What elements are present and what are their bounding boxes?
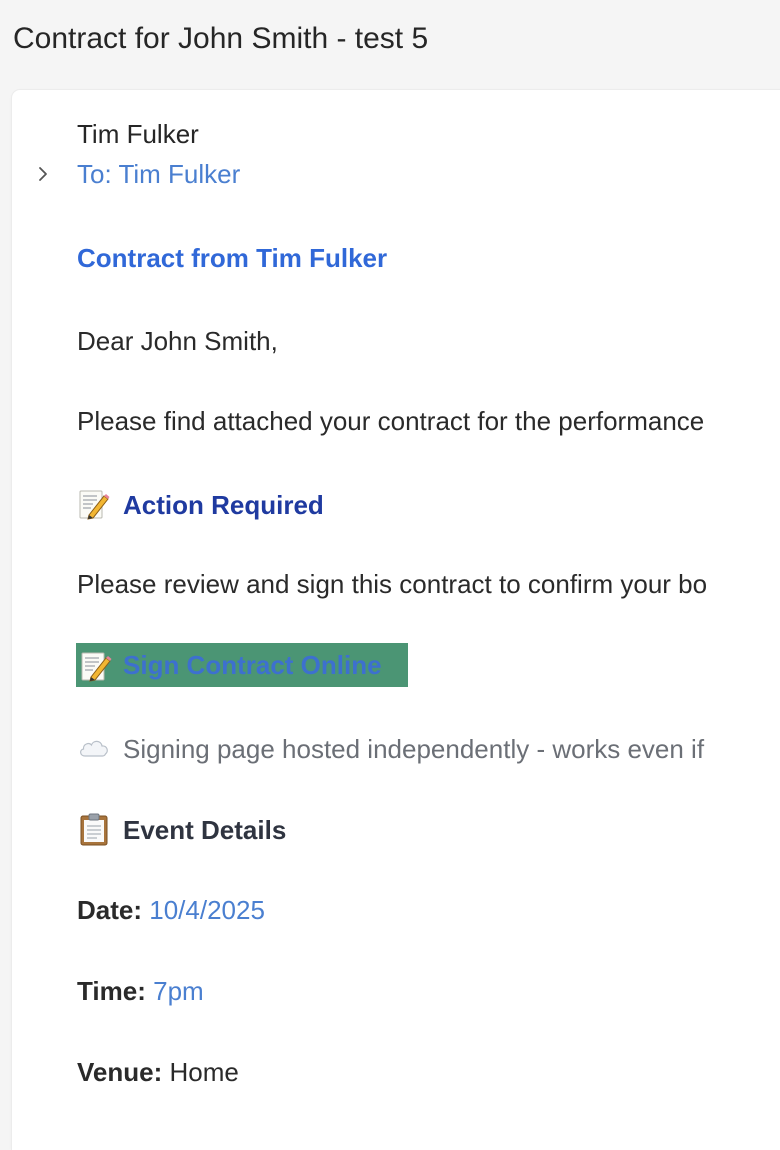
memo-pencil-icon xyxy=(77,487,111,521)
hosted-note-text: Signing page hosted independently - work… xyxy=(123,734,705,764)
event-details-heading: Event Details xyxy=(77,812,286,846)
email-subject: Contract for John Smith - test 5 xyxy=(13,22,429,55)
venue-label: Venue: xyxy=(77,1057,163,1087)
recipients-line[interactable]: To: Tim Fulker xyxy=(77,158,240,190)
clipboard-icon xyxy=(77,812,111,846)
memo-pencil-icon xyxy=(79,649,113,688)
time-row: Time: 7pm xyxy=(77,975,204,1007)
action-required-heading: Action Required xyxy=(77,487,324,521)
date-value-link[interactable]: 10/4/2025 xyxy=(149,895,265,925)
sign-contract-button[interactable]: Sign Contract Online xyxy=(76,643,408,687)
cloud-icon xyxy=(77,731,111,765)
date-label: Date: xyxy=(77,895,143,925)
venue-row: Venue: Home xyxy=(77,1056,239,1088)
email-heading: Contract from Tim Fulker xyxy=(77,243,388,273)
hosted-note: Signing page hosted independently - work… xyxy=(77,731,704,765)
time-label: Time: xyxy=(77,976,146,1006)
greeting-text: Dear John Smith, xyxy=(77,326,278,356)
action-required-label: Action Required xyxy=(123,490,324,520)
chevron-right-icon[interactable] xyxy=(36,162,52,186)
sender-name: Tim Fulker xyxy=(77,119,199,149)
intro-paragraph: Please find attached your contract for t… xyxy=(77,406,705,436)
date-row: Date: 10/4/2025 xyxy=(77,894,265,926)
email-subject-bar: Contract for John Smith - test 5 xyxy=(0,0,780,88)
event-details-label: Event Details xyxy=(123,815,287,845)
time-value-link[interactable]: 7pm xyxy=(153,976,204,1006)
review-paragraph: Please review and sign this contract to … xyxy=(77,569,708,599)
venue-value: Home xyxy=(169,1057,239,1087)
sign-contract-label[interactable]: Sign Contract Online xyxy=(123,649,382,681)
